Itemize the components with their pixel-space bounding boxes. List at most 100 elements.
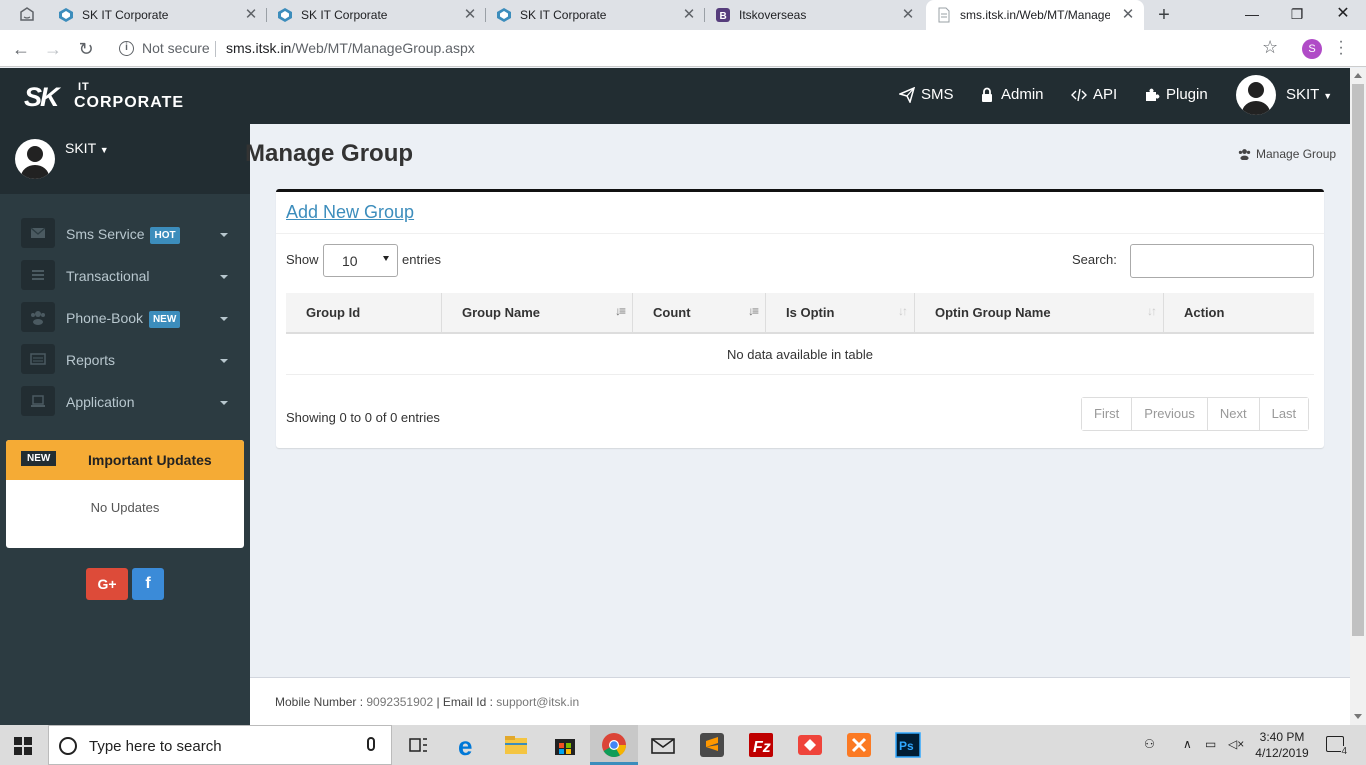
microphone-icon[interactable] bbox=[367, 737, 375, 751]
action-center-icon[interactable]: 4 bbox=[1326, 736, 1347, 757]
nav-api[interactable]: API bbox=[1071, 86, 1117, 103]
scroll-thumb[interactable] bbox=[1352, 84, 1364, 636]
divider bbox=[215, 41, 216, 57]
sidebar-item-label: Transactional bbox=[66, 268, 150, 284]
forward-arrow-icon[interactable]: → bbox=[43, 39, 63, 59]
column-header-group-id[interactable]: Group Id bbox=[286, 293, 442, 332]
system-clock[interactable]: 3:40 PM 4/12/2019 bbox=[1254, 729, 1310, 761]
tab-close-icon[interactable]: ✕ bbox=[243, 7, 259, 23]
brand-logo[interactable]: SK IT CORPORATE bbox=[22, 81, 222, 114]
users-icon bbox=[1238, 149, 1251, 160]
browser-menu-icon[interactable]: · · · bbox=[1336, 34, 1346, 62]
anydesk-icon[interactable] bbox=[796, 731, 824, 759]
mail-icon[interactable] bbox=[649, 731, 677, 759]
site-favicon-icon bbox=[59, 8, 73, 22]
sidebar-item-phone-book[interactable]: Phone-Book NEW bbox=[0, 297, 250, 339]
network-icon[interactable]: ▭ bbox=[1205, 737, 1216, 751]
new-label: NEW bbox=[21, 451, 57, 466]
entries-per-page-select[interactable]: 10 bbox=[323, 244, 398, 277]
breadcrumb[interactable]: Manage Group bbox=[1238, 147, 1336, 161]
bookmark-star-icon[interactable]: ☆ bbox=[1262, 37, 1278, 58]
omnibox[interactable]: i Not secure sms.itsk.in/Web/MT/ManageGr… bbox=[108, 34, 1292, 63]
column-header-group-name[interactable]: Group Name ↓≡ bbox=[442, 293, 633, 332]
sidebar-item-sms-service[interactable]: Sms Service HOT bbox=[0, 213, 250, 255]
browser-tab-strip: SK IT Corporate ✕ SK IT Corporate ✕ SK I… bbox=[0, 0, 1366, 30]
pager-previous-button[interactable]: Previous bbox=[1132, 398, 1208, 430]
chevron-down-icon: ▼ bbox=[99, 145, 109, 155]
facebook-button[interactable]: f bbox=[132, 568, 164, 600]
store-icon[interactable] bbox=[551, 731, 579, 759]
browser-tab-active[interactable]: sms.itsk.in/Web/MT/ManageG ✕ bbox=[926, 0, 1144, 30]
taskbar-search-box[interactable]: Type here to search bbox=[48, 725, 392, 765]
back-arrow-icon[interactable]: ← bbox=[11, 39, 31, 59]
restore-icon[interactable]: ❐ bbox=[1274, 0, 1320, 30]
column-header-label: Group Id bbox=[306, 305, 361, 320]
nav-sms[interactable]: SMS bbox=[899, 86, 954, 103]
chevron-up-icon[interactable]: ∧ bbox=[1183, 737, 1192, 751]
pager-next-button[interactable]: Next bbox=[1207, 398, 1260, 430]
window-close-icon[interactable]: ✕ bbox=[1320, 0, 1366, 30]
tab-close-icon[interactable]: ✕ bbox=[900, 7, 916, 23]
volume-muted-icon[interactable]: ◁× bbox=[1228, 737, 1244, 751]
search-label: Search: bbox=[1072, 252, 1117, 267]
home-icon[interactable] bbox=[18, 6, 36, 24]
browser-tab[interactable]: SK IT Corporate ✕ bbox=[48, 0, 267, 30]
task-view-icon[interactable] bbox=[404, 731, 432, 759]
pagination: First Previous Next Last bbox=[1081, 397, 1310, 431]
sidebar-user-menu[interactable]: SKIT ▼ bbox=[65, 140, 109, 156]
profile-avatar[interactable]: S bbox=[1302, 39, 1322, 59]
tab-close-icon[interactable]: ✕ bbox=[1120, 7, 1136, 23]
user-menu[interactable]: SKIT ▼ bbox=[1286, 86, 1332, 103]
windows-taskbar: Type here to search e Fz Ps ⚇ ∧ ▭ ◁× 3:4… bbox=[0, 725, 1366, 765]
scroll-down-icon[interactable] bbox=[1354, 714, 1362, 719]
pager-first-button[interactable]: First bbox=[1082, 398, 1133, 430]
url-path: /Web/MT/ManageGroup.aspx bbox=[291, 40, 475, 56]
edge-browser-icon[interactable]: e bbox=[454, 731, 482, 759]
sidebar-item-transactional[interactable]: Transactional bbox=[0, 255, 250, 297]
filezilla-icon[interactable]: Fz bbox=[747, 731, 775, 759]
file-explorer-icon[interactable] bbox=[502, 731, 530, 759]
logo-sk: SK bbox=[24, 82, 59, 112]
sublime-text-icon[interactable] bbox=[698, 731, 726, 759]
pager-last-button[interactable]: Last bbox=[1259, 398, 1309, 430]
reload-icon[interactable]: ↻ bbox=[76, 39, 96, 59]
chrome-taskbar-button[interactable] bbox=[590, 725, 638, 765]
windows-start-icon[interactable] bbox=[14, 737, 32, 755]
nav-plugin[interactable]: Plugin bbox=[1144, 86, 1208, 103]
tab-close-icon[interactable]: ✕ bbox=[681, 7, 697, 23]
sidebar-item-application[interactable]: Application bbox=[0, 381, 250, 423]
column-header-action: Action bbox=[1164, 293, 1314, 332]
xampp-icon[interactable] bbox=[845, 731, 873, 759]
add-new-group-link[interactable]: Add New Group bbox=[286, 202, 414, 223]
sidebar-item-reports[interactable]: Reports bbox=[0, 339, 250, 381]
nav-admin[interactable]: Admin bbox=[979, 86, 1044, 103]
security-label[interactable]: Not secure bbox=[142, 40, 210, 56]
scroll-up-icon[interactable] bbox=[1354, 73, 1362, 78]
users-icon bbox=[21, 302, 55, 332]
browser-tab[interactable]: SK IT Corporate ✕ bbox=[267, 0, 486, 30]
people-icon[interactable]: ⚇ bbox=[1144, 737, 1155, 751]
column-header-label: Is Optin bbox=[786, 305, 835, 320]
footer-email-value[interactable]: support@itsk.in bbox=[496, 695, 579, 709]
browser-tab[interactable]: SK IT Corporate ✕ bbox=[486, 0, 705, 30]
info-icon[interactable]: i bbox=[119, 41, 134, 56]
browser-tab[interactable]: B Itskoverseas ✕ bbox=[705, 0, 924, 30]
svg-text:B: B bbox=[720, 11, 727, 22]
url-text[interactable]: sms.itsk.in/Web/MT/ManageGroup.aspx bbox=[226, 40, 475, 56]
minimize-icon[interactable]: — bbox=[1229, 0, 1275, 30]
updates-message: No Updates bbox=[90, 500, 160, 515]
google-plus-button[interactable]: G+ bbox=[86, 568, 128, 600]
column-header-optin-group-name[interactable]: Optin Group Name ↓↑ bbox=[915, 293, 1164, 332]
tab-close-icon[interactable]: ✕ bbox=[462, 7, 478, 23]
search-input[interactable] bbox=[1130, 244, 1314, 278]
column-header-count[interactable]: Count ↓≡ bbox=[633, 293, 766, 332]
user-avatar[interactable] bbox=[1236, 75, 1276, 115]
photoshop-icon[interactable]: Ps bbox=[894, 731, 922, 759]
logo-corporate: CORPORATE bbox=[74, 94, 185, 111]
table-info: Showing 0 to 0 of 0 entries bbox=[286, 410, 440, 425]
column-header-label: Action bbox=[1184, 305, 1225, 320]
new-tab-button[interactable]: + bbox=[1154, 5, 1174, 25]
page-scrollbar[interactable] bbox=[1350, 68, 1366, 725]
bootstrap-favicon-icon: B bbox=[716, 8, 730, 22]
column-header-is-optin[interactable]: Is Optin ↓↑ bbox=[766, 293, 915, 332]
